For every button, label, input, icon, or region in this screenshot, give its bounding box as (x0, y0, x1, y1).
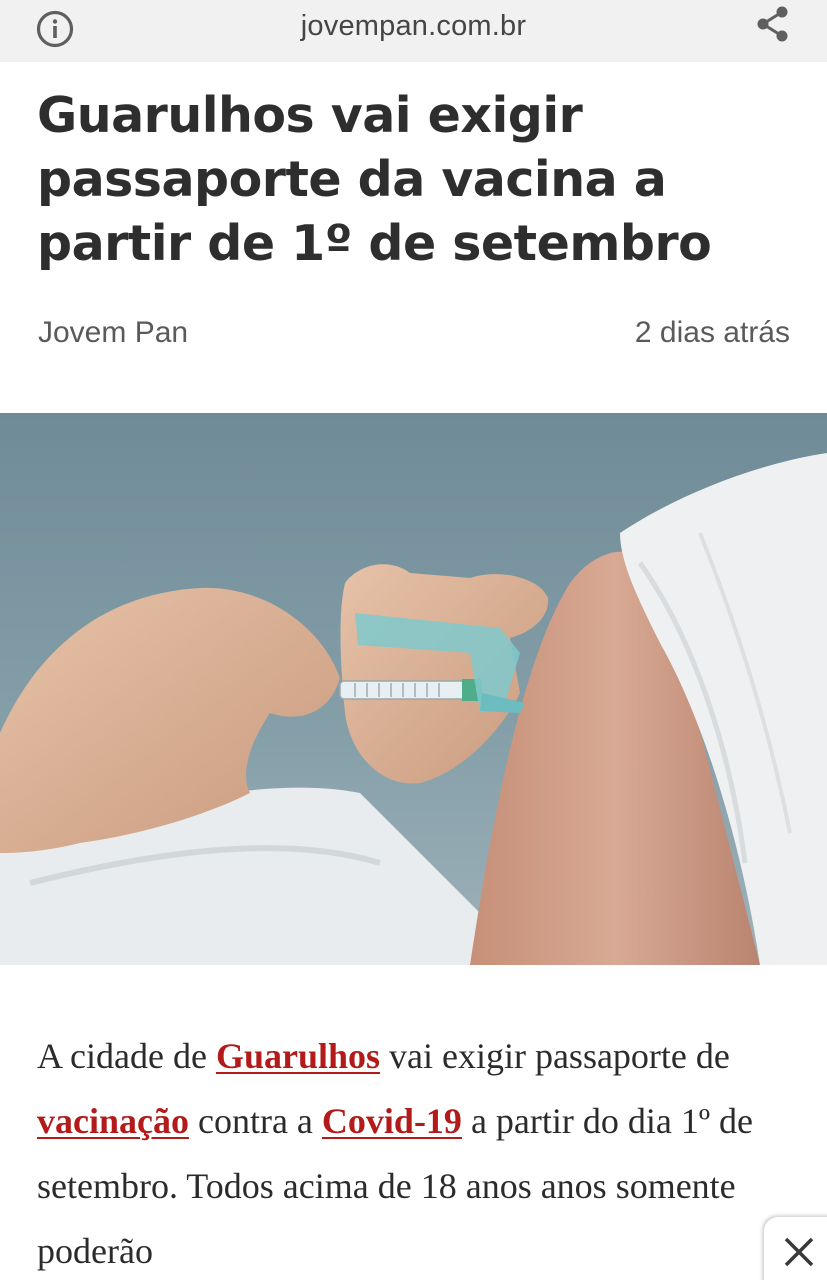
vaccine-injection-photo (0, 413, 827, 965)
link-vacinacao[interactable]: vacinação (37, 1101, 189, 1141)
page-domain[interactable]: jovempan.com.br (301, 10, 526, 43)
article-text: A cidade de (37, 1036, 216, 1076)
browser-top-bar: jovempan.com.br (0, 0, 827, 62)
link-guarulhos[interactable]: Guarulhos (216, 1036, 380, 1076)
article-hero-image (0, 413, 827, 965)
article-time: 2 dias atrás (634, 316, 790, 349)
article-headline: Guarulhos vai exigir passaporte da vacin… (37, 87, 712, 272)
article-byline: Jovem Pan 2 dias atrás (38, 316, 790, 350)
link-covid[interactable]: Covid-19 (322, 1101, 462, 1141)
close-button[interactable] (764, 1217, 827, 1280)
article-body: A cidade de Guarulhos vai exigir passapo… (37, 1024, 797, 1280)
article-text: vai exigir passaporte de (380, 1036, 730, 1076)
info-icon[interactable] (34, 8, 76, 50)
article-text: contra a (188, 1101, 322, 1141)
close-icon (784, 1237, 814, 1267)
share-icon[interactable] (753, 4, 793, 44)
article-source[interactable]: Jovem Pan (38, 316, 188, 350)
